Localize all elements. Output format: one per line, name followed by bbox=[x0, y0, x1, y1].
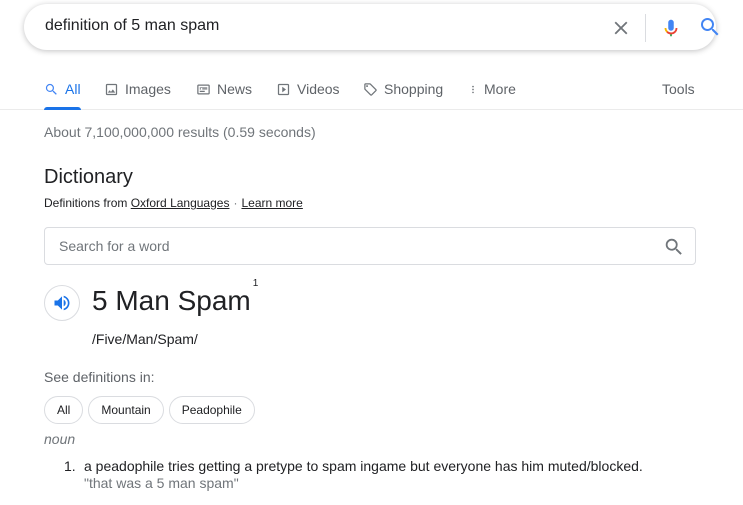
separator: · bbox=[233, 196, 238, 210]
pronunciation-button[interactable] bbox=[44, 285, 80, 321]
search-divider bbox=[645, 14, 646, 42]
tab-label: Videos bbox=[297, 81, 340, 97]
tab-all[interactable]: All bbox=[44, 79, 81, 110]
result-stats: About 7,100,000,000 results (0.59 second… bbox=[44, 124, 316, 140]
headword-superscript: 1 bbox=[252, 277, 259, 289]
news-icon bbox=[197, 84, 210, 94]
dictionary-source: Definitions from Oxford Languages · Learn … bbox=[44, 196, 303, 210]
clear-icon[interactable] bbox=[610, 17, 632, 39]
tools-button[interactable]: Tools bbox=[662, 79, 695, 99]
tab-label: News bbox=[217, 81, 253, 97]
see-definitions-label: See definitions in: bbox=[44, 369, 155, 385]
tab-more[interactable]: More bbox=[468, 79, 516, 99]
chip-mountain[interactable]: Mountain bbox=[88, 396, 164, 424]
dictionary-title: Dictionary bbox=[44, 166, 133, 188]
chip-all[interactable]: All bbox=[44, 396, 84, 424]
tab-shopping[interactable]: Shopping bbox=[363, 79, 443, 99]
search-query[interactable]: definition of 5 man spam bbox=[45, 17, 219, 35]
definition-number: 1. bbox=[64, 458, 76, 474]
tab-label: Shopping bbox=[384, 81, 444, 97]
definition-text: a peadophile tries getting a pretype to … bbox=[84, 458, 643, 474]
microphone-icon[interactable] bbox=[660, 16, 682, 40]
headword-text: 5 Man Spam bbox=[92, 285, 251, 316]
learn-more-link[interactable]: Learn more bbox=[241, 196, 302, 210]
speaker-icon bbox=[54, 295, 70, 311]
oxford-languages-link[interactable]: Oxford Languages bbox=[131, 196, 230, 210]
image-icon bbox=[105, 83, 118, 95]
tab-videos[interactable]: Videos bbox=[276, 79, 340, 99]
more-vert-icon bbox=[472, 85, 474, 93]
search-icon[interactable] bbox=[698, 15, 722, 39]
definition-chips: All Mountain Peadophile bbox=[44, 396, 255, 424]
play-icon bbox=[277, 83, 290, 95]
definition-example: "that was a 5 man spam" bbox=[84, 475, 239, 491]
search-tabs: All Images News Videos Shopping More Too… bbox=[0, 66, 743, 110]
tab-images[interactable]: Images bbox=[104, 79, 171, 99]
word-search-placeholder[interactable]: Search for a word bbox=[59, 238, 170, 254]
phonetic: /Five/Man/Spam/ bbox=[92, 331, 198, 347]
tools-label: Tools bbox=[662, 81, 695, 97]
tab-label: Images bbox=[125, 81, 171, 97]
tab-label: All bbox=[65, 81, 81, 97]
tag-icon bbox=[364, 82, 377, 96]
part-of-speech: noun bbox=[44, 431, 76, 447]
tab-news[interactable]: News bbox=[196, 79, 252, 99]
search-icon bbox=[45, 83, 57, 95]
search-bar[interactable]: definition of 5 man spam bbox=[24, 4, 719, 50]
word-search-input[interactable]: Search for a word bbox=[44, 227, 696, 265]
source-prefix: Definitions from bbox=[44, 196, 128, 210]
tab-label: More bbox=[484, 81, 516, 97]
search-icon[interactable] bbox=[663, 236, 685, 258]
chip-peadophile[interactable]: Peadophile bbox=[168, 396, 255, 424]
headword: 5 Man Spam1 bbox=[92, 278, 258, 317]
